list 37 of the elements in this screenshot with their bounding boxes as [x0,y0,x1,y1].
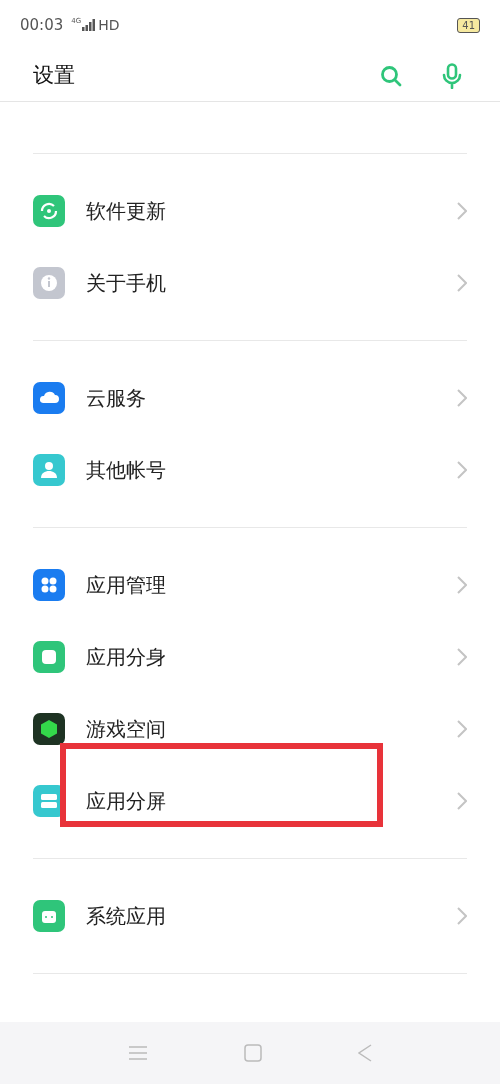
chevron-icon [457,792,467,810]
chevron-icon [457,274,467,292]
settings-row[interactable]: 云服务 [33,362,467,434]
row-label: 软件更新 [86,198,166,225]
row-label: 其他帐号 [86,457,166,484]
settings-row[interactable]: 其他帐号 [33,434,467,506]
settings-row[interactable]: 游戏空间 [33,693,467,765]
row-label: 应用分身 [86,644,166,671]
settings-row[interactable]: 软件更新 [33,175,467,247]
chevron-icon [457,720,467,738]
home-icon[interactable] [244,1044,262,1062]
settings-row[interactable]: 系统应用 [33,880,467,952]
search-icon[interactable] [379,63,403,88]
row-label: 关于手机 [86,270,166,297]
chevron-icon [457,907,467,925]
row-label: 应用管理 [86,572,166,599]
settings-row[interactable]: 应用分屏 [33,765,467,837]
back-icon[interactable] [358,1044,372,1062]
row-label: 游戏空间 [86,716,166,743]
hd-indicator: HD [98,15,120,35]
chevron-icon [457,461,467,479]
settings-row[interactable]: 应用管理 [33,549,467,621]
chevron-icon [457,202,467,220]
battery-indicator: 41 [457,17,480,33]
page-title: 设置 [33,61,75,89]
row-label: 系统应用 [86,903,166,930]
signal-icon [82,19,97,31]
chevron-icon [457,648,467,666]
chevron-icon [457,389,467,407]
settings-row[interactable]: 关于手机 [33,247,467,319]
settings-row[interactable]: 应用分身 [33,621,467,693]
microphone-icon[interactable] [441,62,463,89]
menu-icon[interactable] [128,1045,148,1061]
status-time: 00:03 [20,14,64,36]
row-label: 应用分屏 [86,788,166,815]
chevron-icon [457,576,467,594]
row-label: 云服务 [86,385,146,412]
